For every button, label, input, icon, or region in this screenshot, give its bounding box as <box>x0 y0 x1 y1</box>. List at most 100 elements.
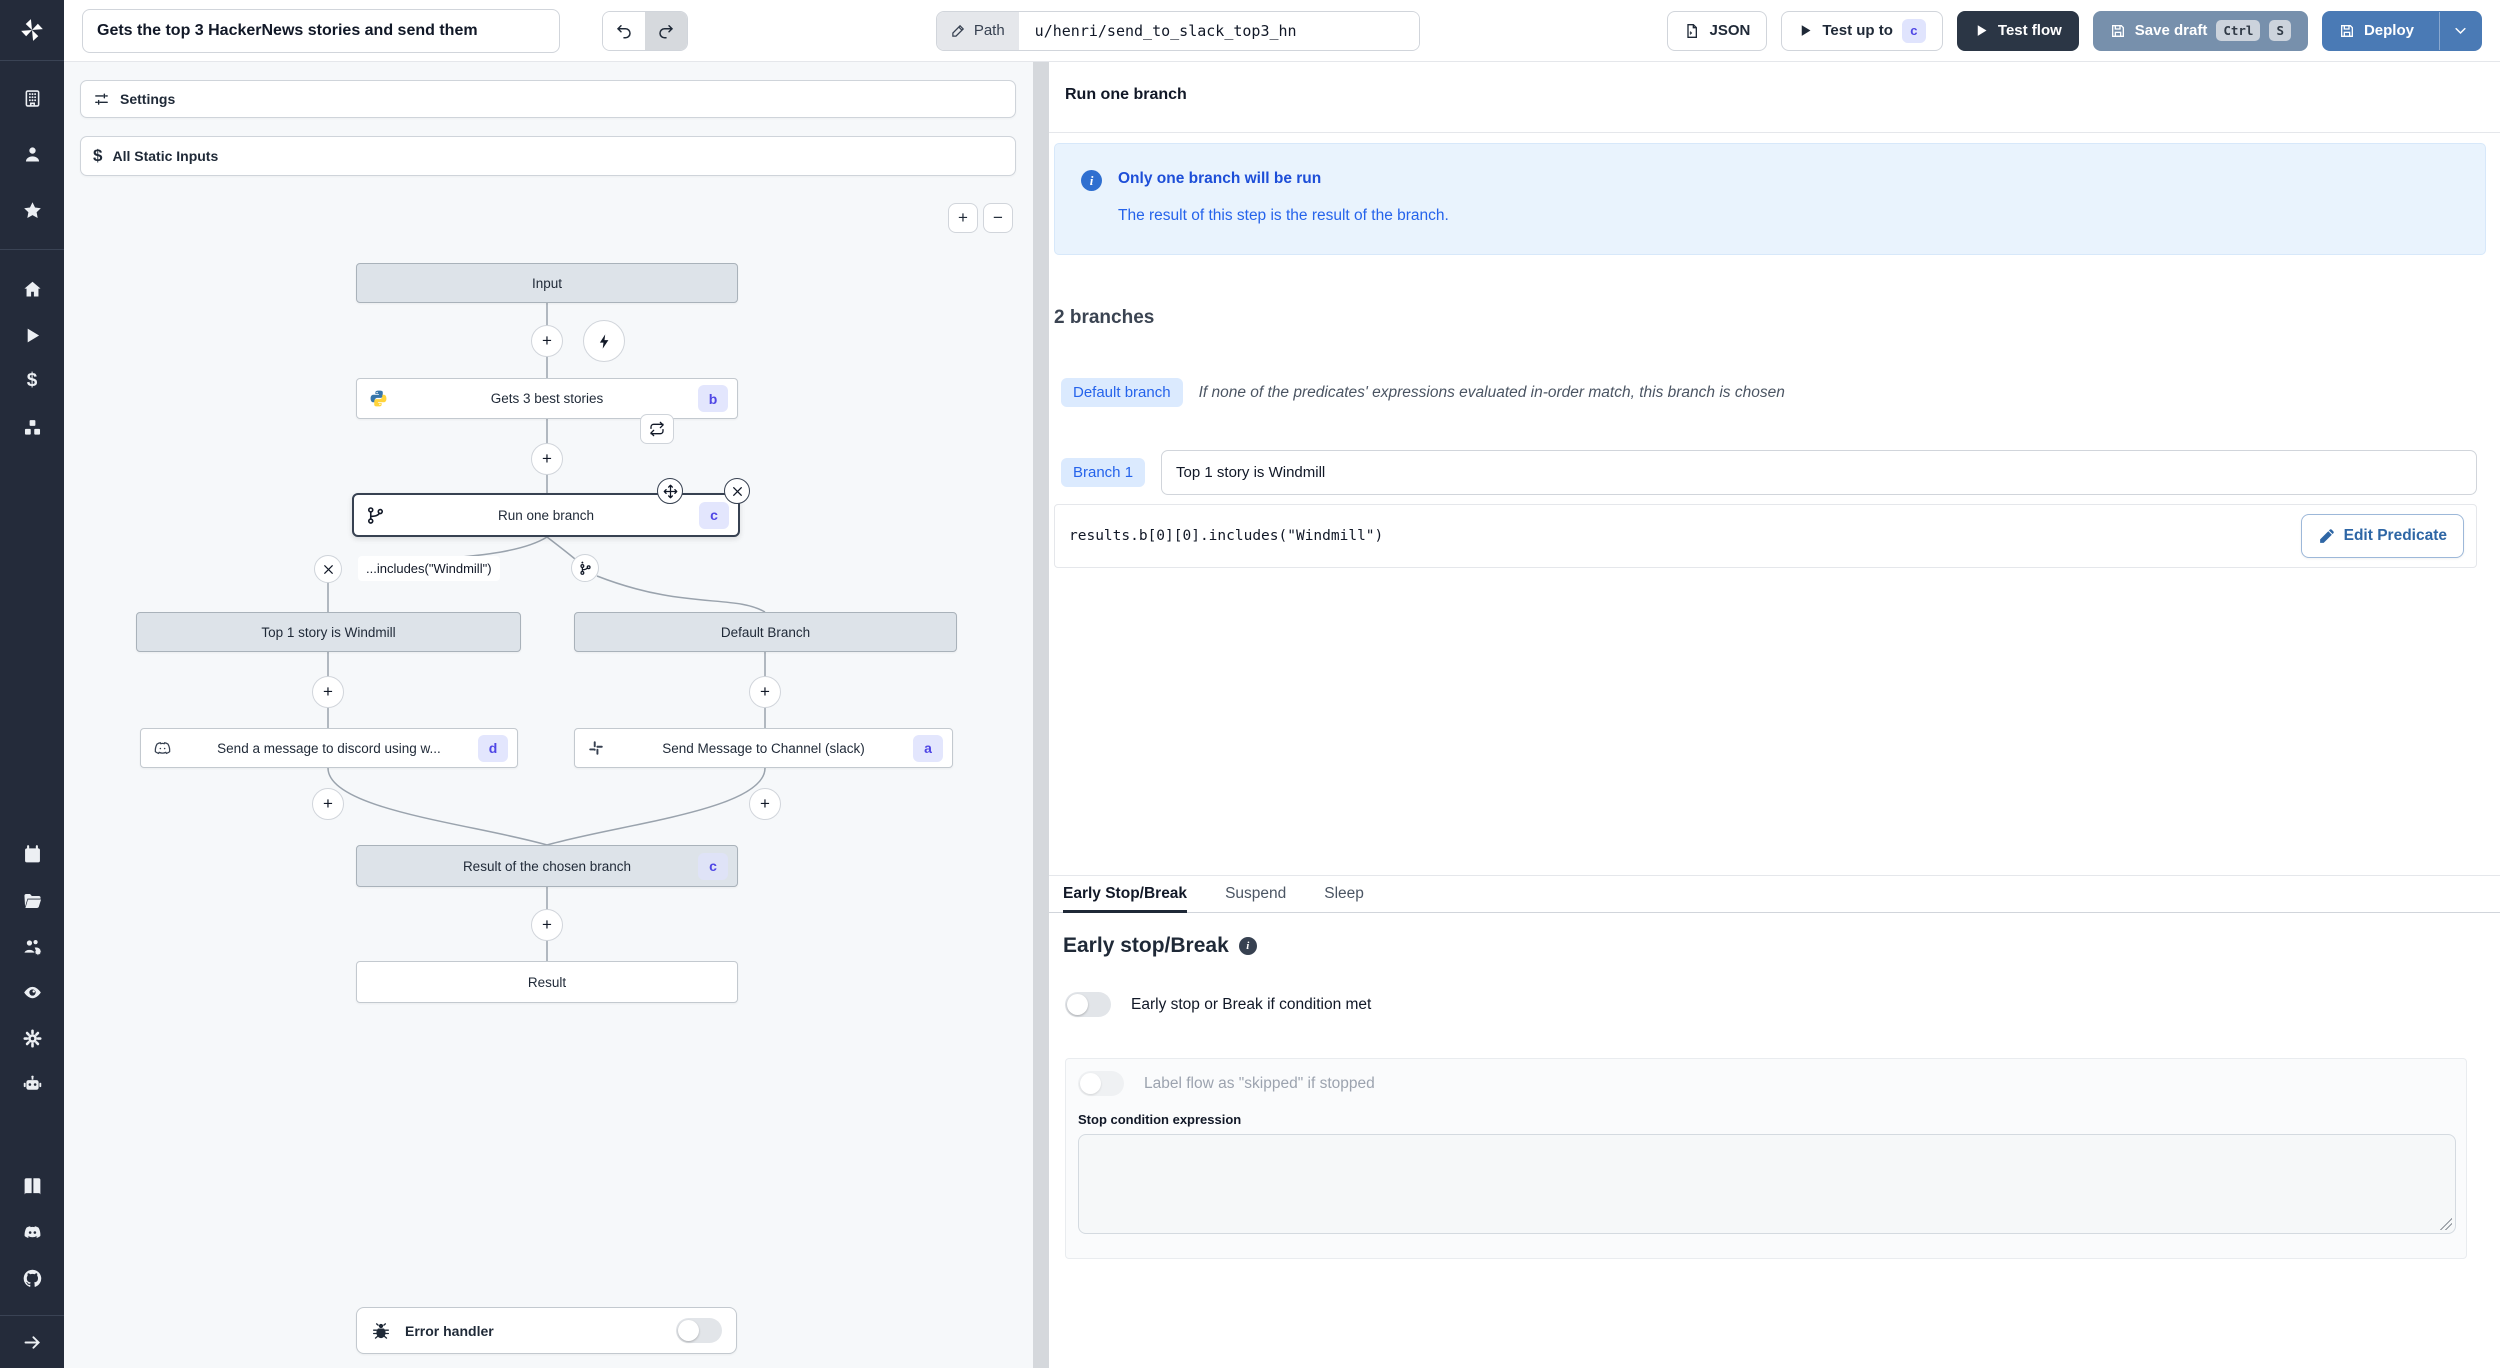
predicate-summary-pill: ...includes("Windmill") <box>358 556 500 581</box>
move-step-button[interactable] <box>657 478 683 504</box>
dollar-icon: $ <box>93 146 103 165</box>
undo-redo-group <box>602 10 688 51</box>
delete-step-button[interactable] <box>724 478 750 504</box>
folders-icon[interactable] <box>0 877 64 923</box>
info-icon: i <box>1081 170 1102 191</box>
pencil-icon <box>952 24 964 37</box>
tab-early-stop-break[interactable]: Early Stop/Break <box>1063 876 1188 913</box>
node-run-one-branch[interactable]: Run one branch c <box>352 493 740 537</box>
add-step-button[interactable]: + <box>531 909 563 941</box>
step-id-badge: a <box>913 734 943 762</box>
user-icon[interactable] <box>0 131 64 177</box>
workspace-icon[interactable] <box>0 75 64 121</box>
test-flow-button[interactable]: Test flow <box>1956 10 2079 51</box>
predicate-code: results.b[0][0].includes("Windmill") <box>1069 528 1384 544</box>
add-step-button[interactable]: + <box>312 788 344 820</box>
trigger-bolt-button[interactable] <box>583 320 625 362</box>
pencil-icon <box>2319 528 2334 543</box>
schedules-calendar-icon[interactable] <box>0 831 64 877</box>
discord-icon[interactable] <box>0 1209 64 1255</box>
settings-gear-icon[interactable] <box>0 1015 64 1061</box>
loop-icon-button[interactable] <box>640 414 674 444</box>
sidebar-divider <box>0 249 64 250</box>
test-up-to-button[interactable]: Test up to c <box>1781 10 1943 51</box>
repeat-icon <box>650 421 664 437</box>
step-id-badge: c <box>699 501 729 529</box>
path-value[interactable]: u/henri/send_to_slack_top3_hn <box>1018 11 1419 50</box>
zoom-out-button[interactable]: − <box>983 203 1013 233</box>
info-tooltip-icon[interactable]: i <box>1238 937 1257 955</box>
stop-condition-label: Stop condition expression <box>1078 1112 1242 1127</box>
move-icon <box>663 484 677 498</box>
kbd-s: S <box>2269 20 2291 41</box>
file-icon <box>1687 23 1698 38</box>
path-edit-button[interactable]: Path <box>936 11 1019 50</box>
zoom-in-button[interactable]: + <box>948 203 978 233</box>
favorites-star-icon[interactable] <box>0 187 64 233</box>
add-step-button[interactable]: + <box>531 325 563 357</box>
predicate-box: results.b[0][0].includes("Windmill") Edi… <box>1054 504 2477 568</box>
branches-heading: 2 branches <box>1054 307 1155 328</box>
variables-dollar-icon[interactable]: $ <box>0 358 64 404</box>
add-step-button[interactable]: + <box>749 788 781 820</box>
early-stop-toggle[interactable] <box>1065 992 1111 1017</box>
node-gets-3-best-stories[interactable]: Gets 3 best stories b <box>356 378 738 419</box>
deploy-dropdown-button[interactable] <box>2438 11 2481 50</box>
skipped-label-toggle[interactable] <box>1078 1071 1124 1096</box>
stop-condition-textarea[interactable] <box>1078 1134 2456 1234</box>
node-discord-message[interactable]: Send a message to discord using w... d <box>140 728 518 768</box>
step-badge: c <box>1901 18 1926 43</box>
windmill-logo[interactable] <box>0 0 64 60</box>
info-body: The result of this step is the result of… <box>1118 207 1449 224</box>
bolt-icon <box>599 333 608 349</box>
flow-settings-button[interactable]: Settings <box>80 80 1016 118</box>
audit-eye-icon[interactable] <box>0 969 64 1015</box>
remove-branch-button[interactable] <box>314 555 342 583</box>
add-branch-button[interactable] <box>571 554 599 582</box>
home-icon[interactable] <box>0 266 64 312</box>
save-icon <box>2340 24 2353 37</box>
sidebar-divider <box>0 60 64 61</box>
node-branch-default[interactable]: Default Branch <box>574 612 957 652</box>
node-slack-message[interactable]: Send Message to Channel (slack) a <box>574 728 953 768</box>
workers-robot-icon[interactable] <box>0 1061 64 1107</box>
branch-summary-input[interactable] <box>1161 450 2477 495</box>
all-static-inputs-button[interactable]: $ All Static Inputs <box>80 136 1016 176</box>
resources-cubes-icon[interactable] <box>0 404 64 450</box>
add-step-button[interactable]: + <box>312 676 344 708</box>
node-error-handler[interactable]: Error handler <box>356 1307 737 1354</box>
groups-users-icon[interactable] <box>0 923 64 969</box>
runs-play-icon[interactable] <box>0 312 64 358</box>
node-result-of-branch[interactable]: Result of the chosen branch c <box>356 845 738 887</box>
tab-sleep[interactable]: Sleep <box>1324 876 1364 912</box>
git-branch-plus-icon <box>579 561 591 575</box>
flow-summary-input[interactable] <box>82 8 560 53</box>
redo-button[interactable] <box>645 11 687 50</box>
error-handler-toggle[interactable] <box>676 1318 722 1343</box>
node-result[interactable]: Result <box>356 961 738 1003</box>
github-icon[interactable] <box>0 1255 64 1301</box>
app-window: $ Gets the top 3 HackerNews stories and … <box>0 0 2500 1368</box>
branch-1-badge: Branch 1 <box>1061 458 1146 487</box>
deploy-button[interactable]: Deploy <box>2321 10 2482 51</box>
node-input[interactable]: Input <box>356 263 738 303</box>
path-label: Path <box>973 22 1005 39</box>
step-id-badge: c <box>698 852 728 880</box>
bug-icon <box>373 1322 389 1339</box>
flow-canvas[interactable]: Settings $ All Static Inputs + − Input + <box>64 62 1033 1368</box>
save-draft-button[interactable]: Save draft Ctrl S <box>2092 10 2308 51</box>
undo-button[interactable] <box>603 11 645 50</box>
early-stop-heading: Early stop/Break <box>1063 934 1229 957</box>
docs-book-icon[interactable] <box>0 1163 64 1209</box>
edit-predicate-button[interactable]: Edit Predicate <box>2300 514 2464 558</box>
default-branch-badge: Default branch <box>1061 378 1183 407</box>
tab-suspend[interactable]: Suspend <box>1225 876 1286 912</box>
add-step-button[interactable]: + <box>531 443 563 475</box>
add-step-button[interactable]: + <box>749 676 781 708</box>
collapse-arrow-icon[interactable] <box>0 1316 64 1368</box>
default-branch-description: If none of the predicates' expressions e… <box>1198 383 1785 401</box>
json-button[interactable]: JSON <box>1667 10 1768 51</box>
node-branch-top1-windmill[interactable]: Top 1 story is Windmill <box>136 612 521 652</box>
deploy-main[interactable]: Deploy <box>2323 12 2430 50</box>
pane-splitter[interactable] <box>1033 62 1049 1368</box>
